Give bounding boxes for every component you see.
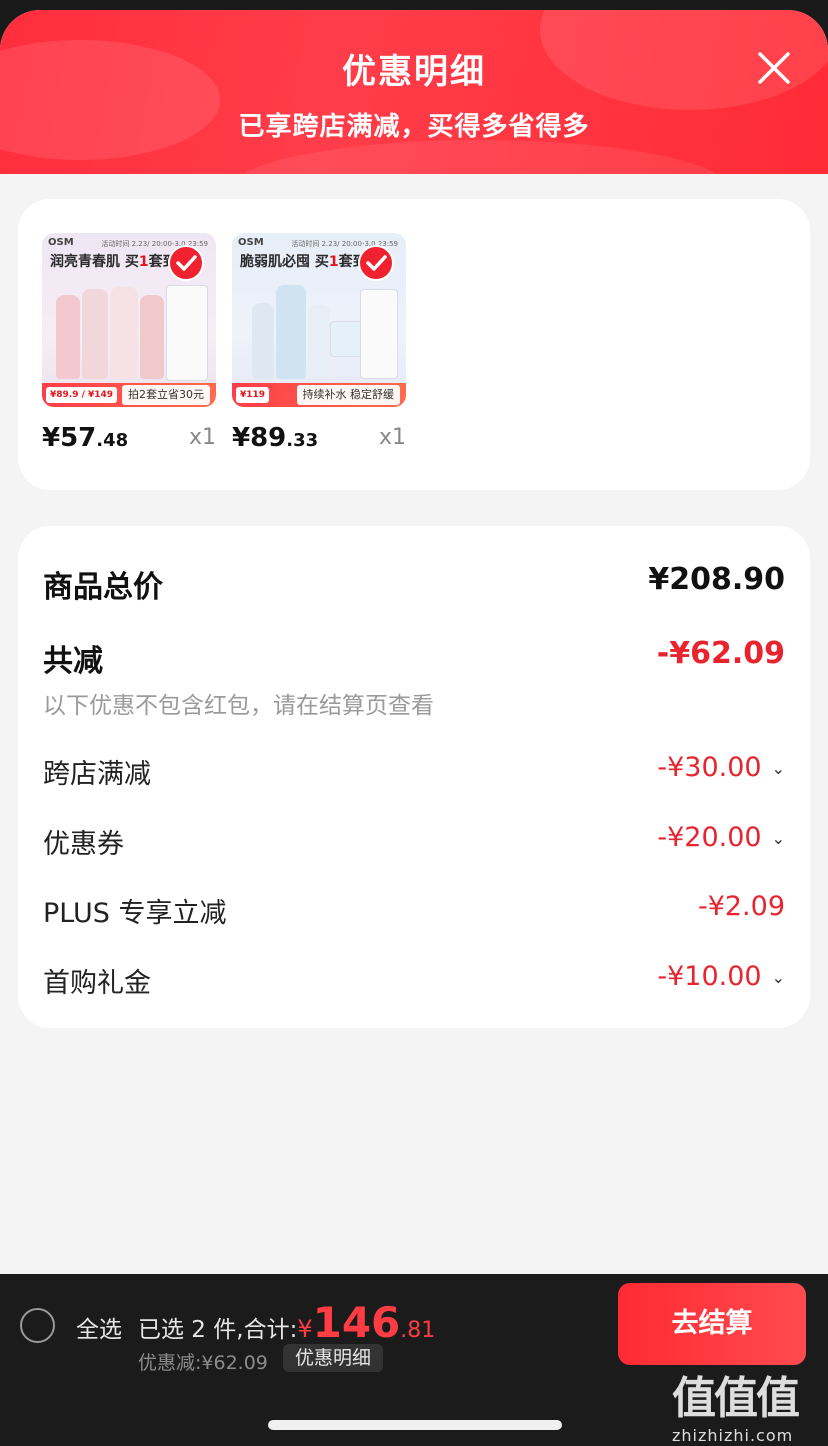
facial-mask-pack xyxy=(360,289,398,379)
product-bottle xyxy=(276,285,306,379)
discount-label: 跨店满减 xyxy=(43,759,151,790)
selected-count: 已选 2 件,合计: xyxy=(138,1317,298,1343)
promo-subtag: 持续补水 稳定舒缓 xyxy=(296,385,400,405)
product-quantity: x1 xyxy=(378,425,406,450)
selected-check[interactable] xyxy=(168,245,204,281)
brand-logo: OSM xyxy=(238,237,264,248)
check-icon xyxy=(176,255,197,271)
discount-label: PLUS 专享立减 xyxy=(43,898,227,929)
product-price: ¥57.48 xyxy=(42,423,129,453)
product-item[interactable]: OSM 活动时间 2.23/ 20:00-3.0 23:59 润亮青春肌 买1套… xyxy=(42,233,216,453)
product-thumbnail[interactable]: OSM 活动时间 2.23/ 20:00-3.0 23:59 润亮青春肌 买1套… xyxy=(42,233,216,407)
chevron-down-icon[interactable]: ⌄ xyxy=(772,829,785,848)
product-bottle xyxy=(56,295,80,379)
product-price: ¥89.33 xyxy=(232,423,319,453)
select-all-label[interactable]: 全选 xyxy=(76,1310,122,1344)
discount-note: 以下优惠不包含红包，请在结算页查看 xyxy=(43,693,434,719)
total-price-value: ¥208.90 xyxy=(648,562,785,597)
brand-logo: OSM xyxy=(48,237,74,248)
product-bottle xyxy=(110,287,138,379)
promo-banner: ¥119 持续补水 稳定舒缓 xyxy=(232,383,406,407)
discount-amount: 优惠减:¥62.09 xyxy=(138,1352,268,1374)
product-bottle xyxy=(140,295,164,379)
total-reduction-label: 共减 xyxy=(43,644,103,679)
close-icon xyxy=(758,52,790,84)
select-all-radio[interactable] xyxy=(20,1308,55,1343)
product-bottle xyxy=(252,303,274,379)
promo-subtag: 拍2套立省30元 xyxy=(122,385,210,405)
total-price-label: 商品总价 xyxy=(43,570,163,605)
sheet-title: 优惠明细 xyxy=(342,52,486,92)
discount-label: 首购礼金 xyxy=(43,968,151,999)
chevron-down-icon[interactable]: ⌄ xyxy=(772,759,785,778)
home-indicator[interactable] xyxy=(268,1420,562,1430)
promo-banner: ¥89.9 / ¥149 拍2套立省30元 xyxy=(42,383,216,407)
sheet-header: 优惠明细 已享跨店满减，买得多省得多 xyxy=(0,10,828,174)
chevron-down-icon[interactable]: ⌄ xyxy=(772,968,785,987)
selected-total: 已选 2 件,合计:¥146.81 xyxy=(138,1298,436,1347)
product-bottle xyxy=(308,305,330,379)
selected-products-card: OSM 活动时间 2.23/ 20:00-3.0 23:59 润亮青春肌 买1套… xyxy=(18,199,810,490)
discount-value: -¥2.09 xyxy=(697,891,785,922)
product-quantity: x1 xyxy=(188,425,216,450)
close-button[interactable] xyxy=(752,46,796,90)
selected-check[interactable] xyxy=(358,245,394,281)
discount-value: -¥10.00 ⌄ xyxy=(657,961,785,992)
promo-price-tag: ¥89.9 / ¥149 xyxy=(46,387,118,403)
promo-price-tag: ¥119 xyxy=(236,387,270,403)
product-bottle xyxy=(82,289,108,379)
product-thumbnail[interactable]: OSM 活动时间 2.23/ 20:00-3.0 23:59 脆弱肌必囤 买1套… xyxy=(232,233,406,407)
check-icon xyxy=(366,255,387,271)
checkout-button[interactable]: 去结算 xyxy=(618,1283,806,1365)
total-amount: 146 xyxy=(312,1298,401,1347)
product-item[interactable]: OSM 活动时间 2.23/ 20:00-3.0 23:59 脆弱肌必囤 买1套… xyxy=(232,233,406,453)
discount-detail-button[interactable]: 优惠明细 xyxy=(283,1344,384,1372)
discount-value: -¥30.00 ⌄ xyxy=(657,752,785,783)
facial-mask-pack xyxy=(166,285,208,381)
watermark: 值值值 zhizhizhi.com xyxy=(672,1373,800,1445)
discount-detail-sheet: 优惠明细 已享跨店满减，买得多省得多 OSM 活动时间 2.23/ 20:00-… xyxy=(0,10,828,1446)
header-decoration xyxy=(230,140,730,174)
sheet-subtitle: 已享跨店满减，买得多省得多 xyxy=(238,112,590,142)
price-summary-card: 商品总价 ¥208.90 共减 -¥62.09 以下优惠不包含红包，请在结算页查… xyxy=(18,526,810,1028)
discount-value: -¥20.00 ⌄ xyxy=(657,822,785,853)
total-reduction-value: -¥62.09 xyxy=(656,636,785,671)
discount-label: 优惠券 xyxy=(43,829,124,860)
